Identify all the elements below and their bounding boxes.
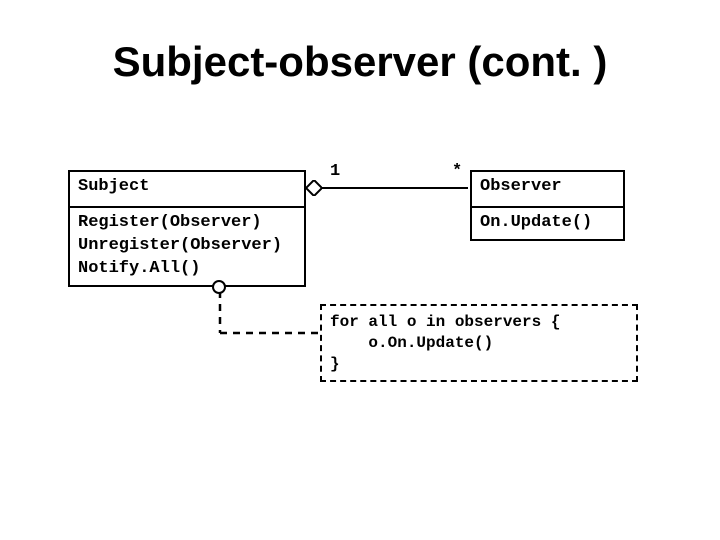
class-observer-name: Observer [470, 170, 625, 208]
class-subject: Subject Register(Observer) Unregister(Ob… [68, 170, 306, 287]
class-subject-methods: Register(Observer) Unregister(Observer) … [68, 208, 306, 287]
class-observer: Observer On.Update() [470, 170, 625, 241]
association-line [320, 187, 468, 189]
class-subject-name: Subject [68, 170, 306, 208]
note-box: for all o in observers { o.On.Update() } [320, 304, 638, 382]
multiplicity-subject: 1 [330, 162, 340, 181]
aggregation-diamond-icon [306, 180, 322, 196]
anchor-circle-icon [212, 280, 226, 294]
class-observer-methods: On.Update() [470, 208, 625, 241]
multiplicity-observer: * [452, 162, 462, 181]
page-title: Subject-observer (cont. ) [0, 38, 720, 86]
